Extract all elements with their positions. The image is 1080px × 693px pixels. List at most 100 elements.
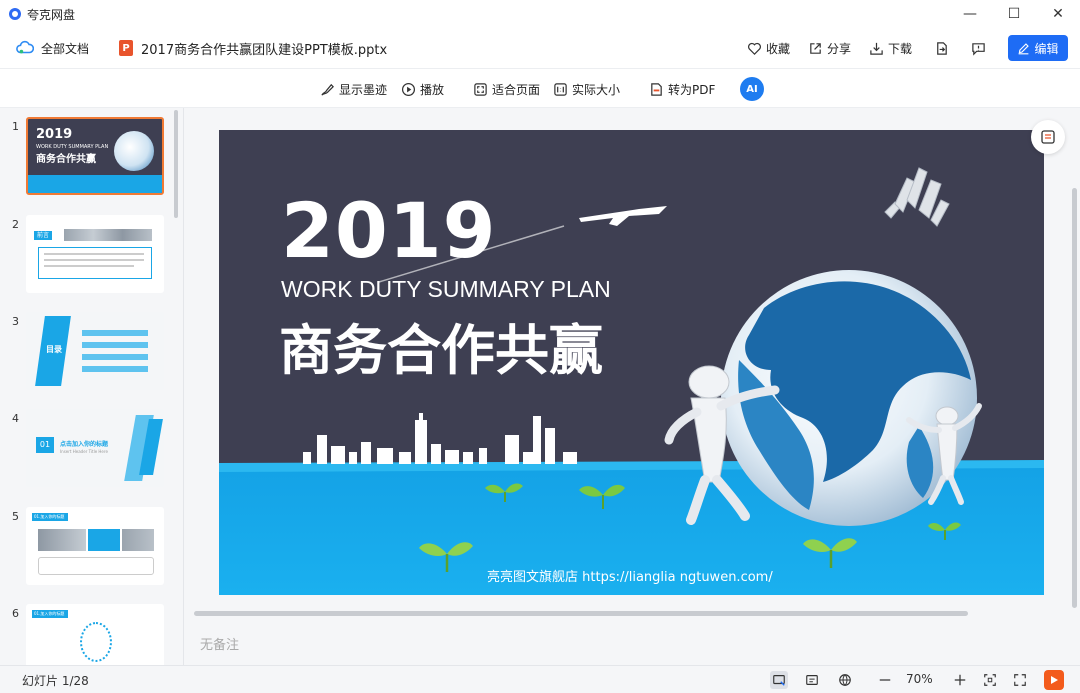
ai-assistant-button[interactable]: AI — [740, 77, 764, 101]
title-bar: 夸克网盘 — ☐ ✕ — [0, 0, 1080, 28]
thumb-text-box — [38, 557, 154, 575]
view-toolbar: 显示墨迹 播放 适合页面 实际大小 转为PDF AI — [0, 68, 1080, 108]
web-view-button[interactable] — [836, 671, 854, 689]
thumb-subheading: Insert Header Title Here — [60, 449, 108, 454]
thumbnail-number: 3 — [12, 315, 19, 328]
slide-thumbnail-5[interactable]: 01.加入你的标题 — [26, 507, 164, 585]
fullscreen-button[interactable] — [1011, 671, 1029, 689]
close-button[interactable]: ✕ — [1036, 0, 1080, 28]
thumbnail-number: 5 — [12, 510, 19, 523]
thumb-photo — [38, 529, 86, 551]
actual-size-label: 实际大小 — [572, 82, 621, 97]
play-icon — [1051, 676, 1058, 684]
slide-thumbnail-3[interactable]: 目录 — [26, 312, 164, 390]
stage-horizontal-scrollbar[interactable] — [194, 611, 968, 616]
thumb-photo — [122, 529, 154, 551]
thumb-tag: 目录 — [46, 345, 62, 354]
plus-icon — [954, 674, 966, 686]
play-button[interactable]: 播放 — [401, 69, 444, 109]
notes-view-button[interactable] — [803, 671, 821, 689]
fullscreen-icon — [1014, 674, 1026, 686]
play-circle-icon — [401, 82, 416, 96]
thumbnail-number: 4 — [12, 412, 19, 425]
thumb-ground — [28, 175, 162, 193]
thumb-bulb — [80, 622, 112, 662]
download-button[interactable]: 下载 — [869, 40, 912, 57]
thumbnail-number: 6 — [12, 607, 19, 620]
slide-thumbnail-1[interactable]: 2019 WORK DUTY SUMMARY PLAN 商务合作共赢 — [26, 117, 164, 195]
all-docs-link[interactable]: 全部文档 — [41, 40, 89, 57]
thumb-line — [44, 253, 144, 255]
slide-thumbnail-6[interactable]: 01.加入你的标题 — [26, 604, 164, 665]
globe-buildings — [884, 167, 950, 227]
app-title: 夸克网盘 — [27, 7, 76, 22]
thumb-color-block — [88, 529, 120, 551]
slide-year: 2019 — [281, 186, 497, 275]
slide-counter: 幻灯片 1/28 — [22, 674, 89, 688]
show-ink-label: 显示墨迹 — [339, 82, 388, 97]
ink-pen-icon — [321, 83, 334, 96]
play-label: 播放 — [420, 82, 445, 97]
export-icon[interactable] — [934, 41, 949, 56]
thumb-photo-strip — [64, 229, 152, 241]
thumb-text-box — [38, 247, 152, 279]
favorite-label: 收藏 — [765, 41, 790, 56]
airplane — [579, 206, 667, 226]
current-slide[interactable]: 2019 WORK DUTY SUMMARY PLAN 商务合作共赢 亮亮图文旗… — [219, 130, 1044, 595]
normal-view-icon — [773, 675, 785, 686]
share-button[interactable]: 分享 — [808, 40, 851, 57]
edit-label: 编辑 — [1034, 41, 1059, 56]
thumb-tag: 01.加入你的标题 — [32, 513, 68, 521]
feedback-icon[interactable] — [971, 41, 986, 56]
actual-size-icon — [554, 82, 567, 96]
slide-footer-text: 亮亮图文旗舰店 https://lianglia ngtuwen.com/ — [487, 570, 773, 585]
slide-thumbnail-4[interactable]: 01 点击加入你的标题 Insert Header Title Here — [26, 409, 164, 487]
fit-page-label: 适合页面 — [492, 82, 541, 97]
favorite-button[interactable]: 收藏 — [747, 40, 790, 57]
minimize-button[interactable]: — — [948, 0, 992, 28]
thumb-line — [82, 366, 148, 372]
download-icon — [870, 42, 883, 55]
zoom-level[interactable]: 70% — [906, 672, 933, 686]
slide-thumbnail-panel[interactable]: 1 2019 WORK DUTY SUMMARY PLAN 商务合作共赢 2 前… — [0, 108, 184, 665]
normal-view-button[interactable] — [770, 671, 788, 689]
document-name: 2017商务合作共赢团队建设PPT模板.pptx — [141, 42, 388, 58]
document-header: 全部文档 P 2017商务合作共赢团队建设PPT模板.pptx 收藏 分享 下载… — [0, 28, 1080, 68]
zoom-out-button[interactable] — [876, 671, 894, 689]
notes-view-icon — [806, 675, 818, 685]
show-ink-button[interactable]: 显示墨迹 — [320, 69, 387, 109]
zoom-in-button[interactable] — [951, 671, 969, 689]
to-pdf-label: 转为PDF — [668, 82, 716, 97]
edit-button[interactable]: 编辑 — [1008, 35, 1068, 61]
heart-icon — [748, 42, 761, 55]
actual-size-button[interactable]: 实际大小 — [553, 69, 620, 109]
slideshow-play-button[interactable] — [1044, 670, 1064, 690]
slide-stage: 2019 WORK DUTY SUMMARY PLAN 商务合作共赢 亮亮图文旗… — [184, 108, 1080, 665]
thumb-line — [82, 354, 148, 360]
status-bar: 幻灯片 1/28 70% — [0, 665, 1080, 693]
thumb-line — [44, 265, 134, 267]
fit-page-button[interactable]: 适合页面 — [473, 69, 540, 109]
thumb-line — [82, 342, 148, 348]
sidebar-scrollbar[interactable] — [174, 110, 178, 218]
speaker-notes[interactable]: 无备注 — [200, 634, 239, 653]
thumb-globe — [114, 131, 154, 171]
fit-window-button[interactable] — [981, 671, 999, 689]
maximize-button[interactable]: ☐ — [992, 0, 1036, 28]
download-label: 下载 — [887, 41, 912, 56]
convert-to-pdf-button[interactable]: 转为PDF — [649, 69, 715, 109]
slides-icon — [1041, 130, 1055, 144]
thumb-tag: 前言 — [34, 231, 52, 240]
cloud-icon[interactable] — [16, 39, 34, 57]
thumb-badge: 01 — [36, 437, 54, 453]
slide-thumbnail-2[interactable]: 前言 — [26, 215, 164, 293]
thumb-tag: 01.加入你的标题 — [32, 610, 68, 618]
share-icon — [810, 42, 821, 54]
minus-icon — [879, 679, 891, 681]
fit-page-icon — [474, 82, 487, 96]
floating-tool-button[interactable] — [1031, 120, 1065, 154]
thumbnail-number: 2 — [12, 218, 19, 231]
stage-vertical-scrollbar[interactable] — [1072, 188, 1077, 608]
app-logo-icon — [9, 8, 21, 20]
globe-icon — [839, 674, 851, 686]
